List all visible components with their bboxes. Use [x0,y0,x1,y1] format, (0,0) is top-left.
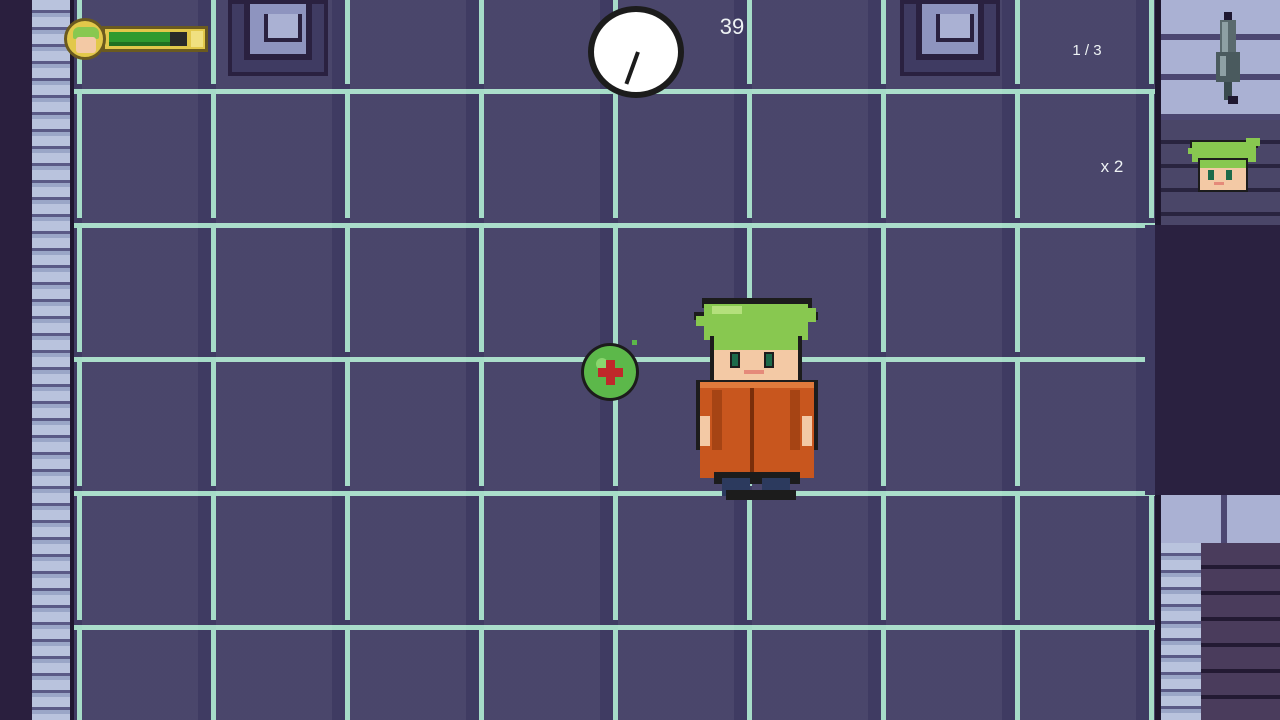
wall-vent-right [900,0,1000,76]
clock-icon [588,6,684,98]
health-bar-fill [109,32,170,46]
game-screen: 39 1 / 3 x 2 [0,0,1280,720]
health-bar-track [109,32,187,46]
right-wall-lower-cap [1161,495,1280,547]
player-portrait-icon [64,18,106,60]
left-wall [0,0,74,720]
right-wall-lower-dark [1201,543,1280,720]
health-bar-cap [191,31,203,47]
health-bar [64,18,210,60]
timer-value: 39 [719,14,745,39]
key-icon [1216,12,1240,104]
left-wall-bricks [32,0,74,720]
right-wall-edge [1145,225,1155,495]
vent-opening [244,4,312,60]
right-wall-lower [1155,495,1280,720]
health-pickup [581,340,639,401]
player-character [694,298,818,500]
lives-count: x 2 [1100,157,1124,176]
stage-progress: 1 / 3 [1072,42,1102,59]
right-wall-lower-column [1161,543,1201,720]
health-bar-frame [102,26,208,52]
player-head-icon [1188,138,1260,192]
wall-vent-left [228,0,328,76]
vent-opening [916,4,984,60]
clock-hand [624,51,640,85]
